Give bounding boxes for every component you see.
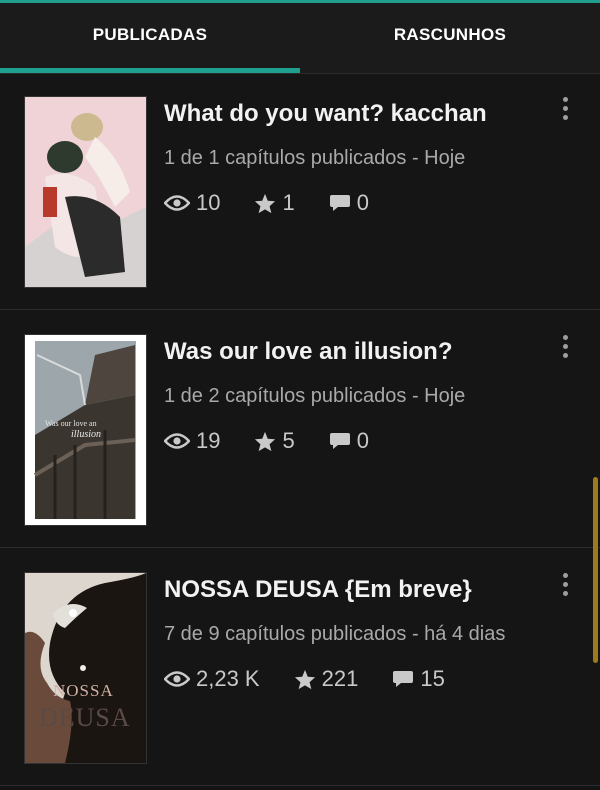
eye-icon [164,671,190,687]
story-stats: 2,23 K 221 15 [164,666,479,692]
comment-icon [329,195,350,211]
views-stat: 10 [164,190,220,216]
stars-count: 5 [282,428,295,453]
story-cover[interactable] [24,96,147,288]
story-title[interactable]: NOSSA DEUSA {Em breve} [164,576,472,604]
views-count: 19 [196,428,221,453]
cover-title-line1: Was our love an [45,419,97,428]
views-stat: 2,23 K [164,666,260,692]
story-card[interactable]: Was our love an illusion Was our love an… [0,312,600,548]
stars-stat: 5 [254,428,295,454]
story-chapters-info: 1 de 1 capítulos publicados - Hoje [164,147,466,169]
more-vertical-icon[interactable] [556,94,574,126]
comments-count: 0 [356,190,369,215]
cover-title-line2: DEUSA [39,703,131,732]
comments-count: 0 [356,428,369,453]
comment-icon [329,433,350,449]
comments-count: 15 [420,666,445,691]
tab-publicadas[interactable]: PUBLICADAS [0,3,300,73]
stars-count: 1 [282,190,295,215]
views-count: 10 [196,190,221,215]
star-icon [294,669,315,689]
views-count: 2,23 K [196,666,260,691]
story-chapters-info: 7 de 9 capítulos publicados - há 4 dias [164,623,506,645]
eye-icon [164,195,190,211]
story-cover[interactable]: Was our love an illusion [24,334,147,526]
stars-stat: 221 [294,666,359,692]
stars-count: 221 [321,666,359,691]
tab-bar: PUBLICADAS RASCUNHOS [0,3,600,74]
story-title[interactable]: Was our love an illusion? [164,338,452,366]
comments-stat: 15 [392,666,445,692]
scrollbar[interactable] [593,477,598,663]
star-icon [255,193,276,213]
story-card[interactable]: NOSSA DEUSA NOSSA DEUSA {Em breve} 7 de … [0,550,600,786]
star-icon [255,431,276,451]
stars-stat: 1 [254,190,295,216]
eye-icon [164,433,190,449]
cover-title-line2: illusion [71,429,102,440]
comment-icon [393,671,414,687]
more-vertical-icon[interactable] [556,570,574,602]
story-chapters-info: 1 de 2 capítulos publicados - Hoje [164,385,466,407]
comments-stat: 0 [329,190,369,216]
story-title[interactable]: What do you want? kacchan [164,100,487,128]
cover-artwork [25,573,146,763]
cover-title-line1: NOSSA [53,681,114,700]
story-cover[interactable]: NOSSA DEUSA [24,572,147,764]
story-stats: 10 1 0 [164,190,403,216]
tab-rascunhos[interactable]: RASCUNHOS [300,3,600,73]
story-stats: 19 5 0 [164,428,403,454]
cover-artwork [25,97,146,287]
more-vertical-icon[interactable] [556,332,574,364]
comments-stat: 0 [329,428,369,454]
views-stat: 19 [164,428,220,454]
story-card[interactable]: What do you want? kacchan 1 de 1 capítul… [0,74,600,310]
